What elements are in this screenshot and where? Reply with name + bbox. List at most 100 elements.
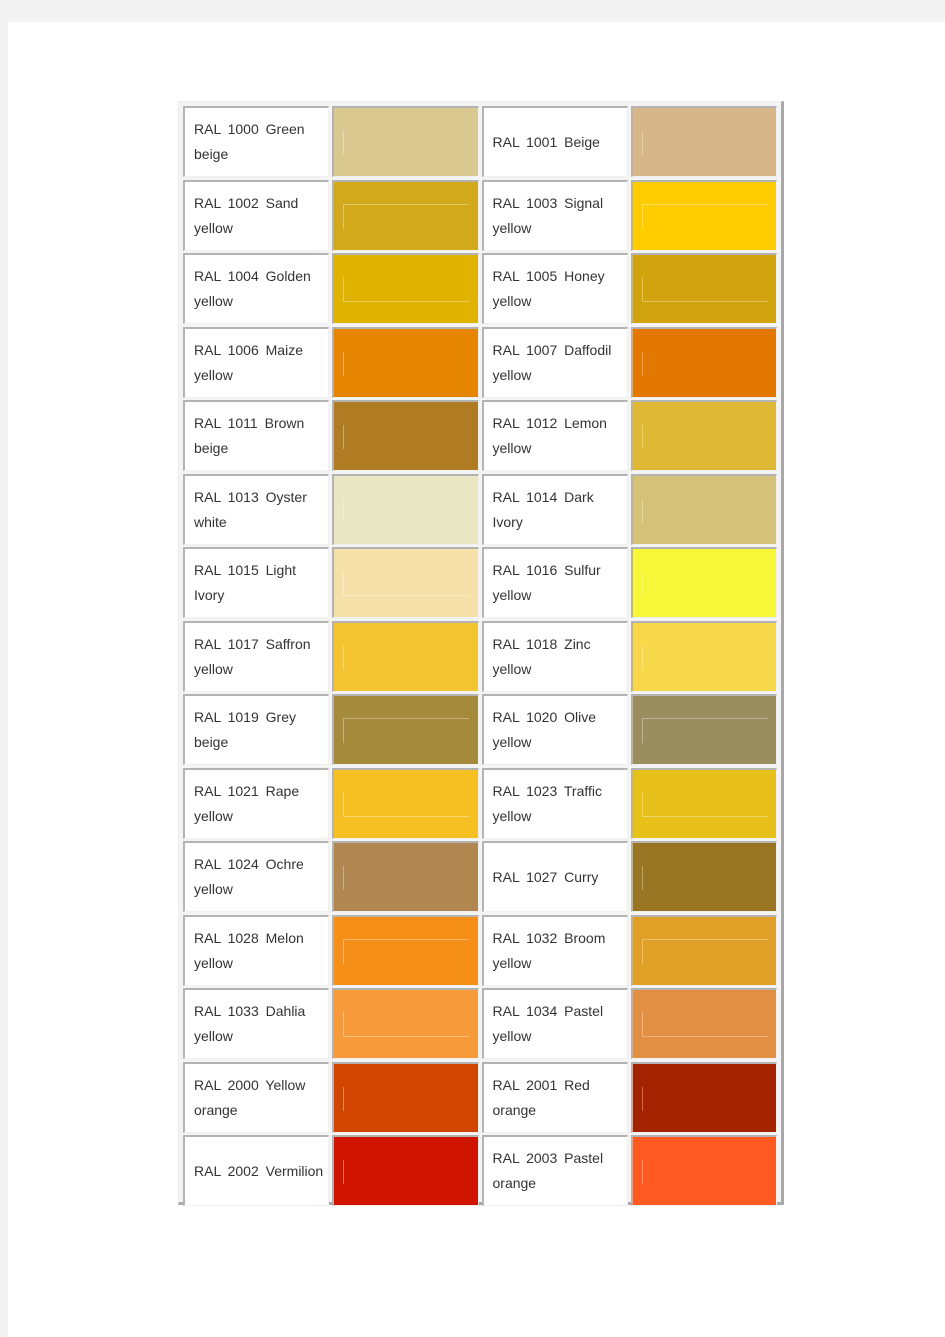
color-name-label: RAL 1024 Ochre yellow [194, 856, 304, 897]
color-name-cell: RAL 1016 Sulfur yellow [481, 547, 628, 618]
color-swatch [332, 106, 479, 177]
color-swatch [630, 473, 777, 545]
swatch-artifact-line [343, 791, 470, 817]
document-page: RAL 1000 Green beige RAL 1001 Beige RAL 10… [8, 22, 945, 1337]
swatch-artifact-line [641, 1086, 643, 1111]
swatch-artifact-line [343, 498, 345, 523]
table-row: RAL 1033 Dahlia yellow RAL 1034 Pastel ye… [182, 987, 779, 1061]
color-name-label: RAL 1027 Curry [492, 868, 599, 885]
color-name-cell: RAL 1024 Ochre yellow [183, 841, 330, 912]
color-swatch [630, 253, 777, 324]
swatch-artifact-line [641, 866, 643, 890]
color-swatch [332, 914, 479, 986]
color-name-cell: RAL 1013 Oyster white [183, 473, 330, 545]
color-name-cell: RAL 1002 Sand yellow [183, 179, 330, 251]
color-name-cell: RAL 1020 Olive yellow [481, 694, 628, 765]
color-name-cell: RAL 1034 Pastel yellow [481, 988, 628, 1059]
color-name-cell: RAL 1001 Beige [481, 106, 628, 177]
swatch-artifact-line [343, 1160, 345, 1184]
swatch-artifact-line [641, 1012, 768, 1037]
color-name-cell: RAL 2001 Red orange [481, 1061, 628, 1133]
swatch-artifact-line [343, 1086, 345, 1111]
table-row: RAL 1019 Grey beige RAL 1020 Olive yellow [182, 693, 779, 767]
color-name-cell: RAL 1019 Grey beige [183, 694, 330, 765]
color-swatch [630, 767, 777, 839]
color-name-label: RAL 1020 Olive yellow [492, 709, 597, 750]
color-swatch [630, 914, 777, 986]
color-name-label: RAL 2002 Vermilion [194, 1162, 324, 1179]
color-name-cell: RAL 1021 Rape yellow [183, 767, 330, 839]
color-name-label: RAL 1012 Lemon yellow [492, 415, 607, 456]
swatch-artifact-line [641, 131, 643, 155]
color-name-label: RAL 1013 Oyster white [194, 488, 307, 530]
swatch-artifact-line [343, 203, 470, 229]
color-swatch [630, 1135, 777, 1206]
table-row: RAL 1002 Sand yellow RAL 1003 Signal yell… [182, 179, 779, 253]
swatch-artifact-line [343, 645, 345, 670]
swatch-artifact-line [343, 938, 470, 964]
color-swatch [332, 988, 479, 1059]
color-name-cell: RAL 1012 Lemon yellow [481, 400, 628, 471]
color-name-label: RAL 1015 Light Ivory [194, 562, 296, 603]
color-name-cell: RAL 2000 Yellow orange [183, 1061, 330, 1133]
color-swatch [332, 326, 479, 398]
swatch-artifact-line [641, 498, 643, 523]
swatch-artifact-line [641, 277, 768, 302]
color-name-label: RAL 1028 Melon yellow [194, 929, 304, 971]
color-name-cell: RAL 1017 Saffron yellow [183, 620, 330, 692]
color-name-cell: RAL 1032 Broom yellow [481, 914, 628, 986]
color-swatch [332, 1135, 479, 1206]
color-name-label: RAL 1032 Broom yellow [492, 929, 606, 971]
table-row: RAL 1015 Light Ivory RAL 1016 Sulfur yell… [182, 546, 779, 620]
color-swatch [630, 988, 777, 1059]
table-row: RAL 1000 Green beige RAL 1001 Beige [182, 105, 779, 179]
table-row: RAL 1013 Oyster white RAL 1014 Dark Ivory [182, 473, 779, 547]
color-name-label: RAL 1006 Maize yellow [194, 341, 303, 383]
color-name-cell: RAL 1007 Daffodil yellow [481, 326, 628, 398]
swatch-artifact-line [343, 1012, 470, 1037]
swatch-artifact-line [343, 571, 470, 596]
swatch-artifact-line [641, 718, 768, 743]
swatch-artifact-line [641, 425, 643, 449]
table-row: RAL 1011 Brown beige RAL 1012 Lemon yello… [182, 399, 779, 473]
color-name-label: RAL 1018 Zinc yellow [492, 635, 591, 677]
color-name-label: RAL 1017 Saffron yellow [194, 635, 311, 677]
color-swatch [630, 106, 777, 177]
color-name-cell: RAL 1027 Curry [481, 841, 628, 912]
swatch-artifact-line [343, 277, 470, 302]
swatch-artifact-line [641, 645, 643, 670]
swatch-artifact-line [343, 351, 345, 376]
swatch-artifact-line [641, 351, 643, 376]
color-name-label: RAL 1002 Sand yellow [194, 194, 299, 236]
color-name-label: RAL 1014 Dark Ivory [492, 488, 594, 530]
color-name-cell: RAL 1015 Light Ivory [183, 547, 330, 618]
swatch-artifact-line [641, 791, 768, 817]
color-swatch [332, 547, 479, 618]
color-name-label: RAL 2001 Red orange [492, 1076, 590, 1118]
color-name-label: RAL 1033 Dahlia yellow [194, 1003, 306, 1044]
color-name-label: RAL 2003 Pastel orange [492, 1150, 604, 1191]
color-swatch [630, 547, 777, 618]
color-name-cell: RAL 1014 Dark Ivory [481, 473, 628, 545]
color-swatch [332, 767, 479, 839]
color-name-label: RAL 1016 Sulfur yellow [492, 562, 601, 603]
table-row: RAL 2000 Yellow orange RAL 2001 Red orang… [182, 1061, 779, 1135]
color-name-cell: RAL 1006 Maize yellow [183, 326, 330, 398]
swatch-artifact-line [343, 718, 470, 743]
color-name-cell: RAL 1033 Dahlia yellow [183, 988, 330, 1059]
color-swatch [332, 1061, 479, 1133]
color-swatch [630, 326, 777, 398]
table-row: RAL 1028 Melon yellow RAL 1032 Broom yell… [182, 914, 779, 988]
color-swatch [332, 694, 479, 765]
color-swatch [332, 400, 479, 471]
color-swatch [332, 253, 479, 324]
color-name-cell: RAL 2003 Pastel orange [481, 1135, 628, 1206]
color-swatch [630, 841, 777, 912]
color-name-label: RAL 1021 Rape yellow [194, 782, 300, 824]
color-name-label: RAL 1034 Pastel yellow [492, 1003, 604, 1044]
color-name-cell: RAL 1023 Traffic yellow [481, 767, 628, 839]
table-row: RAL 2002 Vermilion RAL 2003 Pastel orange [182, 1134, 779, 1208]
color-swatch [332, 473, 479, 545]
color-swatch [332, 179, 479, 251]
table-row: RAL 1017 Saffron yellow RAL 1018 Zinc yel… [182, 620, 779, 694]
